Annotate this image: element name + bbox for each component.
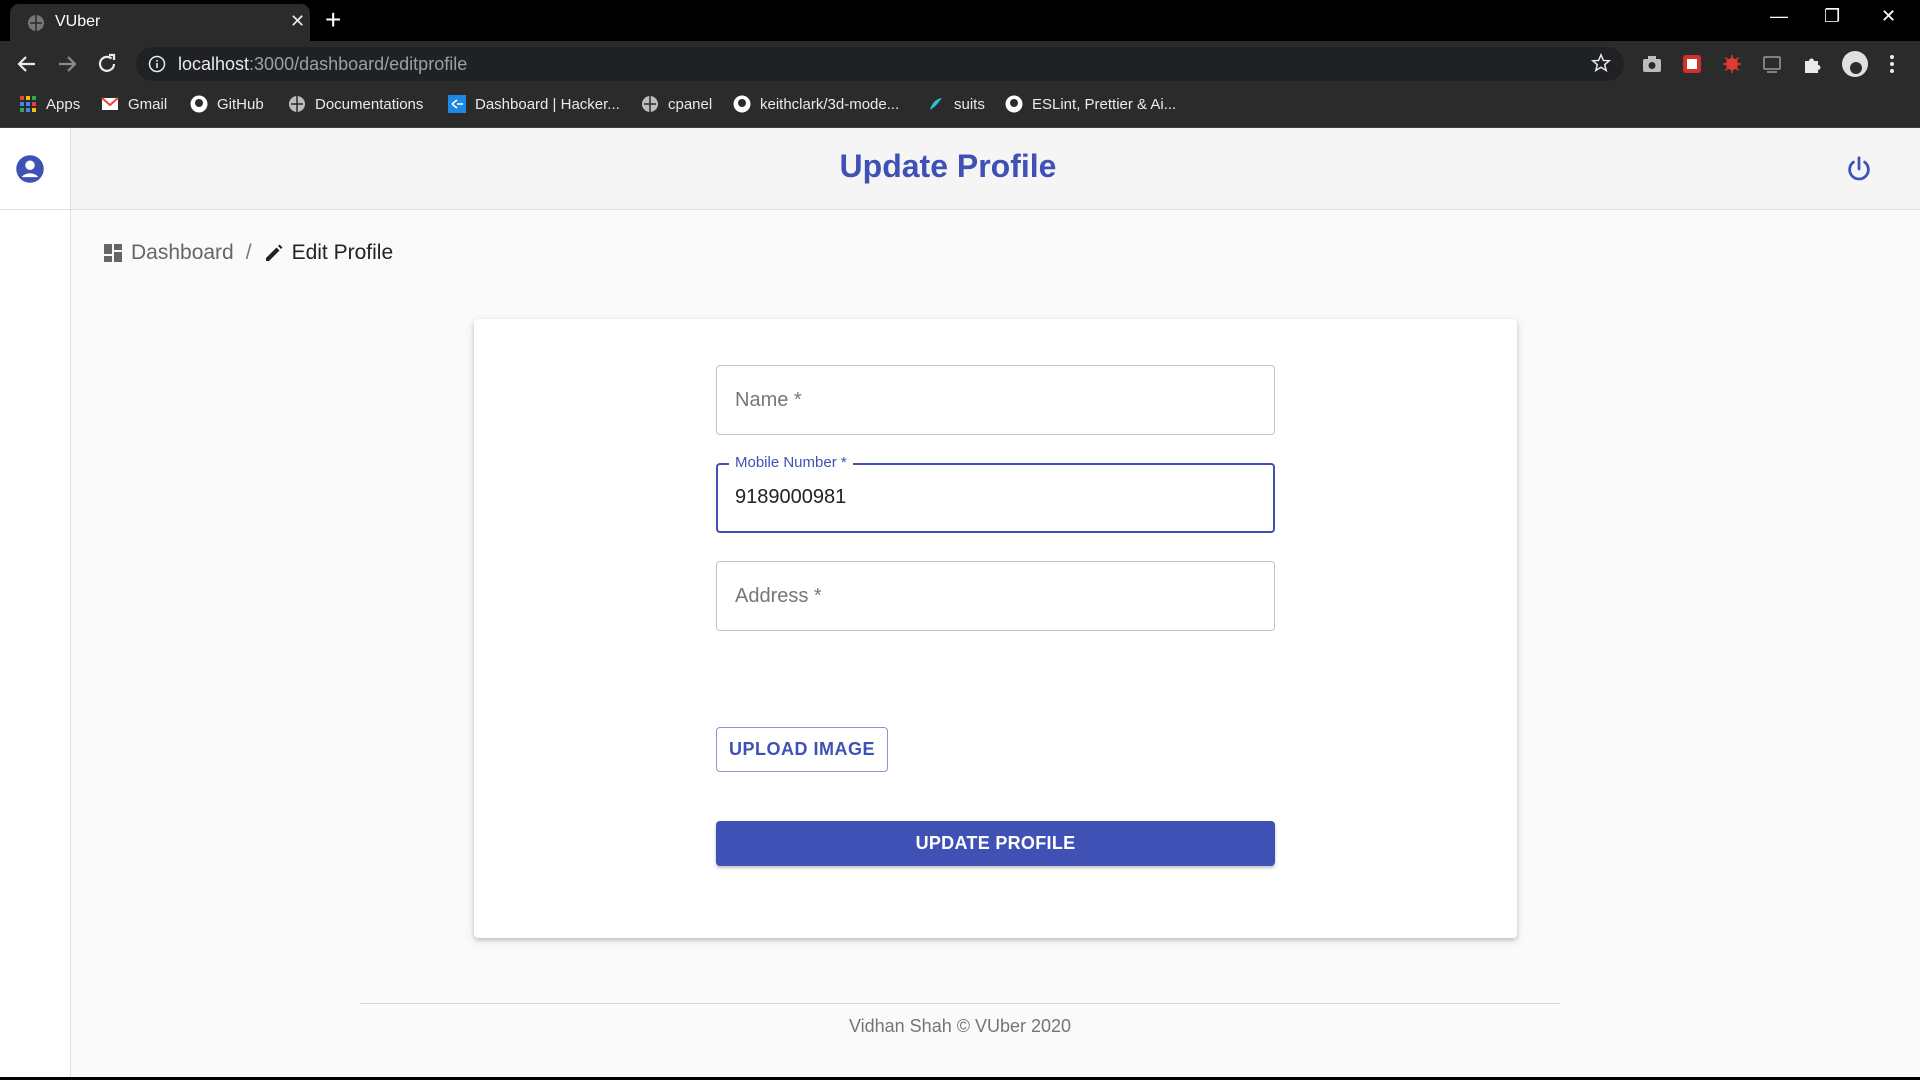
bookmark-label: Dashboard | Hacker... [475, 95, 620, 113]
reload-icon[interactable] [94, 51, 120, 77]
bookmark-label: Apps [46, 95, 81, 113]
close-window-button[interactable]: ✕ [1881, 6, 1896, 27]
url-text[interactable]: localhost:3000/dashboard/editprofile [178, 54, 467, 75]
bookmarks-bar: Apps Gmail GitHub Documentations Dashboa… [0, 86, 1920, 128]
bug-extension-icon[interactable] [1721, 53, 1743, 75]
bookmark-label: cpanel [668, 95, 713, 113]
browser-tab[interactable]: VUber ✕ [10, 4, 310, 41]
power-icon[interactable] [1844, 154, 1874, 184]
globe-icon [289, 96, 305, 112]
bookmark-label: Documentations [315, 95, 424, 113]
update-profile-button[interactable]: UPDATE PROFILE [716, 821, 1275, 866]
bookmark-label: suits [954, 95, 985, 113]
tab-close-icon[interactable]: ✕ [290, 11, 305, 32]
page-title: Update Profile [839, 148, 1057, 184]
profile-form-card: Name * Mobile Number * 9189000981 Addres… [474, 319, 1517, 938]
mobile-number-field[interactable]: Mobile Number * 9189000981 [716, 454, 1275, 533]
address-field[interactable]: Address * [716, 561, 1275, 631]
bookmark-label: keithclark/3d-mode... [760, 95, 900, 113]
mobile-number-value: 9189000981 [735, 486, 847, 508]
globe-icon [642, 96, 658, 112]
browser-toolbar: localhost:3000/dashboard/editprofile [0, 41, 1920, 86]
red-extension-icon[interactable] [1681, 53, 1703, 75]
bookmark-eslint[interactable]: ESLint, Prettier & Ai... [1005, 95, 1176, 113]
bookmark-documentations[interactable]: Documentations [288, 95, 423, 113]
suits-icon [930, 98, 942, 110]
bookmark-star-icon[interactable] [1590, 52, 1612, 74]
bookmark-label: Gmail [128, 95, 168, 113]
sidebar [0, 128, 71, 1077]
sidebar-divider [0, 209, 71, 210]
name-field[interactable]: Name * [716, 365, 1275, 435]
footer-text: Vidhan Shah © VUber 2020 [848, 1016, 1072, 1036]
footer-divider [360, 1003, 1560, 1004]
tab-title: VUber [55, 13, 101, 30]
new-tab-button[interactable]: + [325, 4, 341, 36]
breadcrumb-dashboard-label: Dashboard [131, 241, 234, 264]
breadcrumb-edit-label: Edit Profile [291, 241, 394, 264]
mobile-number-label: Mobile Number * [729, 454, 853, 471]
address-placeholder: Address * [735, 585, 822, 607]
address-bar[interactable]: localhost:3000/dashboard/editprofile [136, 47, 1624, 81]
site-info-icon[interactable] [148, 55, 166, 73]
app-viewport: Update Profile Dashboard / Edit Profile [0, 128, 1920, 1077]
bookmark-suits[interactable]: suits [927, 95, 985, 113]
profile-avatar[interactable] [1841, 50, 1869, 78]
breadcrumb-current: Edit Profile [264, 241, 394, 265]
camera-extension-icon[interactable] [1641, 53, 1663, 75]
breadcrumb-separator: / [245, 241, 252, 264]
bookmark-hackerrank[interactable]: Dashboard | Hacker... [448, 95, 620, 113]
upload-image-button[interactable]: UPLOAD IMAGE [716, 727, 888, 772]
breadcrumb-dashboard-link[interactable]: Dashboard [103, 241, 234, 265]
github-icon [190, 95, 208, 113]
restore-button[interactable]: ❐ [1824, 6, 1840, 27]
gmail-icon [101, 97, 119, 110]
browser-tab-strip: VUber ✕ + — ❐ ✕ [0, 0, 1920, 41]
breadcrumb: Dashboard / Edit Profile [103, 241, 393, 265]
github-icon [733, 95, 751, 113]
menu-kebab-icon[interactable] [1885, 53, 1899, 75]
bookmark-github[interactable]: GitHub [190, 95, 264, 113]
apps-grid-icon [20, 96, 36, 112]
hackerrank-icon [448, 95, 466, 113]
bookmark-keithclark[interactable]: keithclark/3d-mode... [733, 95, 899, 113]
name-placeholder: Name * [735, 389, 802, 411]
forward-arrow-icon[interactable] [54, 51, 80, 77]
bookmark-cpanel[interactable]: cpanel [641, 95, 712, 113]
dashboard-icon [104, 244, 122, 262]
github-icon [1005, 95, 1023, 113]
bookmark-apps[interactable]: Apps [19, 95, 80, 113]
minimize-button[interactable]: — [1770, 6, 1788, 27]
bookmark-label: GitHub [217, 95, 264, 113]
bookmark-gmail[interactable]: Gmail [101, 95, 167, 113]
cast-extension-icon[interactable] [1761, 53, 1783, 75]
pencil-icon [265, 244, 283, 261]
bookmark-label: ESLint, Prettier & Ai... [1032, 95, 1177, 113]
app-header: Update Profile [71, 128, 1920, 210]
globe-icon [28, 15, 44, 31]
back-arrow-icon[interactable] [14, 51, 40, 77]
account-circle-icon[interactable] [15, 154, 45, 184]
extensions-puzzle-icon[interactable] [1801, 53, 1823, 75]
